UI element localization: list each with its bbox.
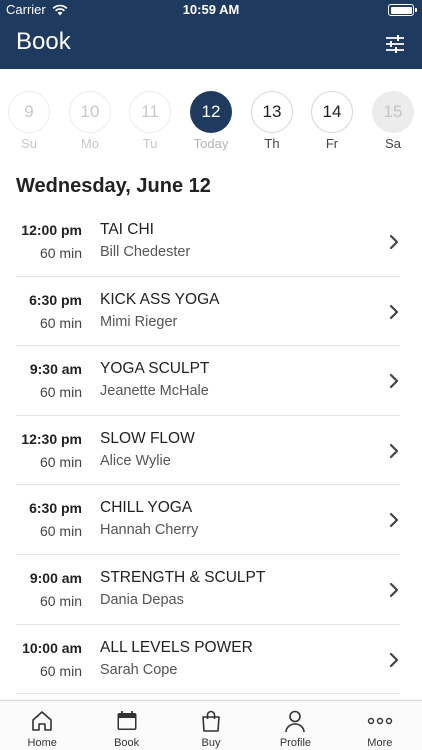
day-item-selected[interactable]: 12 Today — [190, 91, 232, 151]
day-number: 13 — [251, 91, 293, 133]
day-label: Su — [21, 136, 37, 151]
class-row[interactable]: 9:00 am 60 min STRENGTH & SCULPT Dania D… — [16, 555, 400, 625]
class-duration: 60 min — [39, 245, 82, 261]
class-duration: 60 min — [39, 314, 82, 331]
day-item[interactable]: 11 Tu — [129, 91, 171, 151]
class-duration: 60 min — [39, 523, 82, 540]
day-label: Today — [193, 136, 229, 151]
chevron-right-icon — [389, 374, 399, 389]
class-time: 12:30 pm — [21, 430, 82, 447]
class-time: 12:00 pm — [21, 222, 82, 238]
tab-profile[interactable]: Profile — [253, 701, 337, 750]
class-duration: 60 min — [39, 453, 82, 470]
page-title: Book — [16, 28, 71, 55]
day-number: 15 — [372, 91, 414, 133]
tab-buy[interactable]: Buy — [169, 701, 253, 750]
tab-label: Book — [114, 737, 140, 749]
class-row[interactable]: 12:30 pm 60 min SLOW FLOW Alice Wylie — [16, 416, 400, 486]
chevron-right-icon — [389, 234, 399, 250]
chevron-right-icon — [389, 513, 399, 528]
chevron-right-icon — [389, 582, 399, 598]
person-icon — [285, 710, 306, 733]
battery-icon — [388, 4, 417, 16]
day-item[interactable]: 13 Th — [251, 91, 293, 151]
filter-button[interactable] — [382, 31, 408, 57]
class-instructor: Alice Wylie — [100, 452, 171, 469]
day-item[interactable]: 9 Su — [8, 91, 50, 151]
day-number: 11 — [129, 91, 171, 133]
class-instructor: Bill Chedester — [100, 244, 191, 260]
class-name: CHILL YOGA — [100, 499, 193, 517]
app-header: Book — [0, 20, 422, 69]
class-time: 9:00 am — [29, 569, 82, 586]
tab-label: More — [367, 737, 393, 749]
day-label: Mo — [80, 136, 100, 151]
class-duration: 60 min — [39, 592, 82, 609]
tab-label: Home — [27, 737, 57, 749]
day-label: Tu — [142, 136, 158, 151]
class-row[interactable]: 12:00 pm 60 min TAI CHI Bill Chedester — [16, 207, 400, 277]
class-row[interactable]: 9:30 am 60 min YOGA SCULPT Jeanette McHa… — [16, 346, 400, 416]
day-item[interactable]: 15 Sa — [372, 91, 414, 151]
class-name: ALL LEVELS POWER — [100, 638, 253, 656]
class-time: 10:00 am — [22, 639, 82, 656]
home-icon — [32, 711, 53, 731]
day-number: 10 — [69, 91, 111, 133]
day-number: 14 — [311, 91, 353, 133]
day-label: Fr — [325, 136, 339, 151]
class-name: SLOW FLOW — [100, 429, 195, 447]
class-duration: 60 min — [39, 384, 82, 401]
class-instructor: Hannah Cherry — [100, 522, 199, 539]
day-label: Sa — [385, 136, 401, 151]
tab-more[interactable]: More — [338, 701, 422, 750]
class-time: 6:30 pm — [29, 291, 82, 308]
class-instructor: Mimi Rieger — [100, 313, 178, 330]
class-row[interactable]: 6:30 pm 60 min KICK ASS YOGA Mimi Rieger — [16, 277, 400, 347]
class-instructor: Dania Depas — [100, 591, 184, 608]
class-time: 6:30 pm — [29, 500, 82, 517]
tab-label: Buy — [201, 737, 221, 749]
calendar-icon — [117, 711, 137, 730]
class-time: 9:30 am — [29, 361, 82, 378]
shopping-bag-icon — [202, 710, 220, 732]
class-name: STRENGTH & SCULPT — [100, 568, 266, 586]
class-row[interactable]: 10:00 am 60 min ALL LEVELS POWER Sarah C… — [16, 625, 400, 695]
day-label: Th — [264, 136, 280, 151]
class-name: TAI CHI — [100, 221, 154, 238]
tab-label: Profile — [279, 737, 312, 749]
day-item[interactable]: 14 Fr — [311, 91, 353, 151]
day-number: 12 — [190, 91, 232, 133]
chevron-right-icon — [389, 304, 399, 319]
sliders-icon — [386, 35, 404, 53]
more-dots-icon — [367, 717, 393, 725]
date-picker-strip: 9 Su 10 Mo 11 Tu 12 Today 13 Th 14 Fr 15… — [0, 69, 422, 161]
day-item[interactable]: 10 Mo — [69, 91, 111, 151]
tab-home[interactable]: Home — [0, 701, 84, 750]
status-bar: Carrier 10:59 AM — [0, 0, 422, 20]
class-duration: 60 min — [39, 662, 82, 679]
tab-bar: Home Book Buy Profile More — [0, 700, 422, 750]
class-instructor: Sarah Cope — [100, 661, 178, 678]
class-name: KICK ASS YOGA — [100, 290, 220, 308]
class-row[interactable]: 6:30 pm 60 min CHILL YOGA Hannah Cherry — [16, 485, 400, 555]
chevron-right-icon — [389, 652, 399, 667]
class-list: 12:00 pm 60 min TAI CHI Bill Chedester 6… — [0, 207, 422, 695]
day-number: 9 — [8, 91, 50, 133]
class-name: YOGA SCULPT — [100, 360, 210, 378]
tab-book[interactable]: Book — [84, 701, 168, 750]
class-instructor: Jeanette McHale — [100, 383, 209, 400]
status-time: 10:59 AM — [182, 2, 240, 17]
chevron-right-icon — [389, 443, 399, 458]
date-heading: Wednesday, June 12 — [16, 175, 211, 197]
